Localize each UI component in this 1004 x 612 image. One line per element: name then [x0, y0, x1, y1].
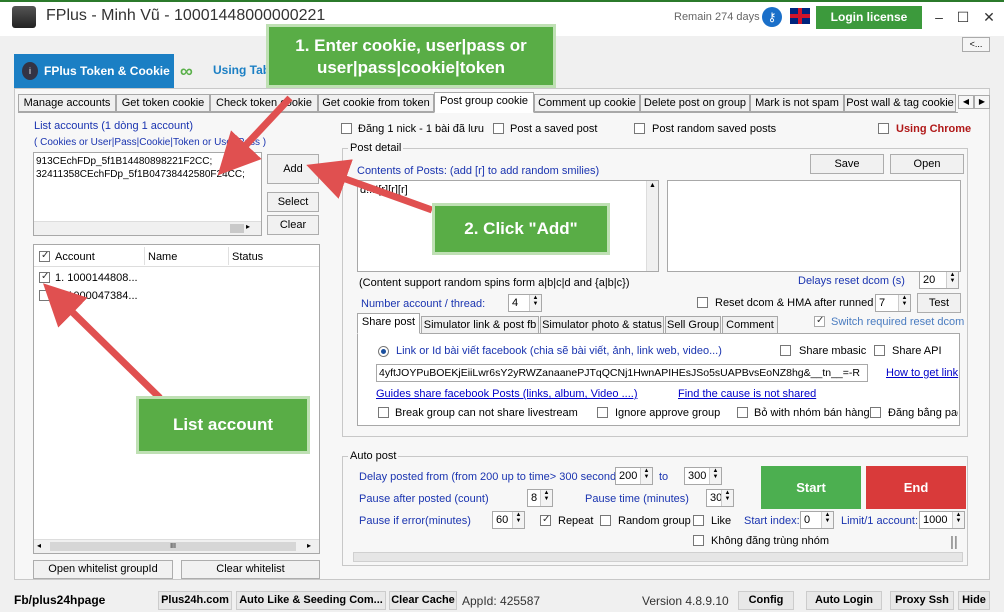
arrow-to-add-button — [306, 159, 434, 214]
callout-step-1: 1. Enter cookie, user|pass or user|pass|… — [266, 24, 556, 88]
arrow-to-textarea — [217, 95, 293, 176]
callout-step-2: 2. Click "Add" — [432, 203, 610, 255]
annotation-arrows — [43, 95, 434, 401]
arrow-to-account-list — [43, 283, 163, 401]
callout-list-account: List account — [136, 396, 310, 454]
